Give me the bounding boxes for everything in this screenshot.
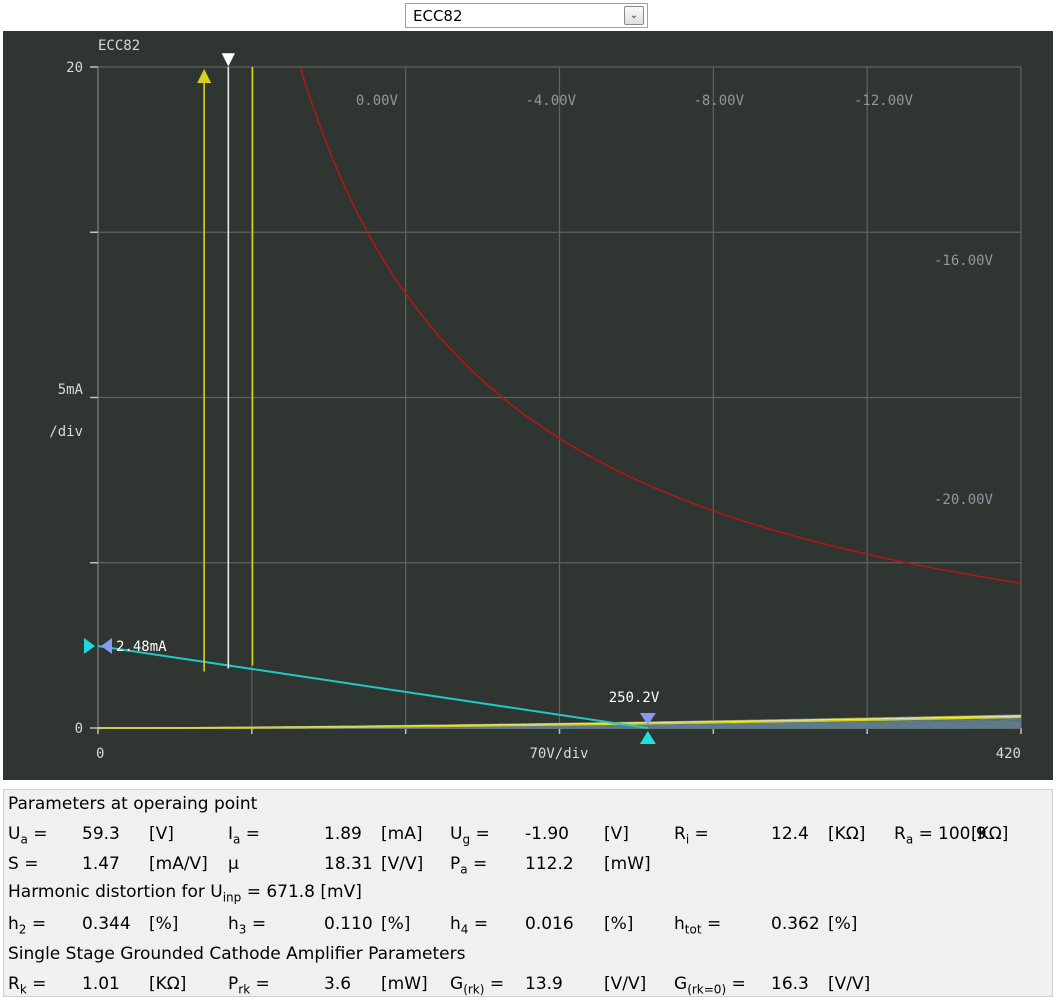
param-unit: [%] [149, 914, 179, 934]
anode-current-marker-label: 2.48mA [116, 639, 167, 655]
param-unit: [%] [604, 914, 634, 934]
param-unit: [mA/V] [149, 854, 208, 874]
param-name: Pa = [450, 854, 488, 877]
param-unit: [V/V] [828, 974, 871, 994]
param-name: Ri = [674, 824, 709, 847]
param-name: Rk = [8, 974, 47, 997]
param-value: 12.4 [771, 824, 809, 844]
param-name: h4 = [450, 914, 489, 937]
y-axis-zero-label: 0 [75, 721, 83, 737]
param-unit: [KΩ] [149, 974, 187, 994]
param-value: 0.110 [324, 914, 373, 934]
grid-voltage-label-12: -12.00V [854, 93, 914, 109]
param-value: 59.3 [82, 824, 120, 844]
grid-voltage-label-0: 0.00V [356, 93, 399, 109]
chart-title: ECC82 [98, 38, 140, 54]
param-name: htot = [674, 914, 722, 937]
param-name: Prk = [228, 974, 270, 997]
param-name: Ra = [894, 824, 933, 847]
harmonic-distortion-heading: Harmonic distortion for Uinp = 671.8 [mV… [8, 882, 362, 904]
param-value: 0.016 [525, 914, 574, 934]
param-name: h3 = [228, 914, 267, 937]
param-unit: [mW] [604, 854, 651, 874]
grid-voltage-label-8: -8.00V [693, 93, 744, 109]
param-unit: [mA] [381, 824, 423, 844]
param-value: 18.31 [324, 854, 373, 874]
param-name: h2 = [8, 914, 47, 937]
param-unit: [mW] [381, 974, 428, 994]
param-unit: [V/V] [604, 974, 647, 994]
grid-voltage-label-16: -16.00V [934, 253, 994, 269]
param-unit: [V] [149, 824, 174, 844]
x-axis-max-label: 420 [996, 746, 1021, 762]
param-value: 16.3 [771, 974, 809, 994]
tube-type-select[interactable]: ECC82 ⌄ [405, 3, 648, 28]
x-axis-zero-label: 0 [96, 746, 104, 762]
y-axis-top-label: 20 [66, 60, 83, 76]
param-unit: [V/V] [381, 854, 424, 874]
y-axis-div-label: /div [49, 424, 83, 440]
param-unit: [%] [828, 914, 858, 934]
param-value: 1.89 [324, 824, 362, 844]
param-unit: [KΩ] [828, 824, 866, 844]
param-name: S = [8, 854, 39, 874]
param-value: 1.47 [82, 854, 120, 874]
param-unit: [KΩ] [971, 824, 1009, 844]
grid-voltage-label-4: -4.00V [525, 93, 576, 109]
param-name: Ua = [8, 824, 48, 847]
param-name: Ug = [450, 824, 490, 847]
parameters-panel: Parameters at operaing point Ua = 59.3 [V]… [3, 789, 1053, 997]
param-name: G(rk) = [450, 974, 505, 997]
plot-background [3, 31, 1053, 780]
param-name: Ia = [228, 824, 261, 847]
param-name: G(rk=0) = [674, 974, 746, 997]
param-unit: [V] [604, 824, 629, 844]
param-value: 112.2 [525, 854, 574, 874]
tube-type-value: ECC82 [413, 7, 463, 25]
param-value: 13.9 [525, 974, 563, 994]
param-name: μ [228, 854, 239, 874]
chevron-down-icon[interactable]: ⌄ [624, 6, 644, 25]
param-unit: [%] [381, 914, 411, 934]
anode-voltage-marker-label: 250.2V [609, 690, 660, 706]
param-value: 1.01 [82, 974, 120, 994]
param-value: -1.90 [525, 824, 569, 844]
tube-characteristic-plot[interactable]: ECC82 20 0 5mA /div 0 420 70V/div 0.00V … [3, 31, 1053, 780]
x-axis-unit-label: 70V/div [529, 746, 588, 762]
param-value: 0.344 [82, 914, 131, 934]
harmonic-heading-text: Harmonic distortion for U [8, 882, 223, 902]
harmonic-heading-sub: inp [222, 890, 242, 905]
param-value: 3.6 [324, 974, 352, 994]
amplifier-parameters-heading: Single Stage Grounded Cathode Amplifier … [8, 944, 466, 964]
param-value: 0.362 [771, 914, 820, 934]
y-axis-unit-label: 5mA [58, 382, 84, 398]
operating-point-heading: Parameters at operaing point [8, 794, 258, 814]
grid-voltage-label-20: -20.00V [934, 492, 994, 508]
input-voltage-value: = 671.8 [mV] [246, 882, 362, 902]
